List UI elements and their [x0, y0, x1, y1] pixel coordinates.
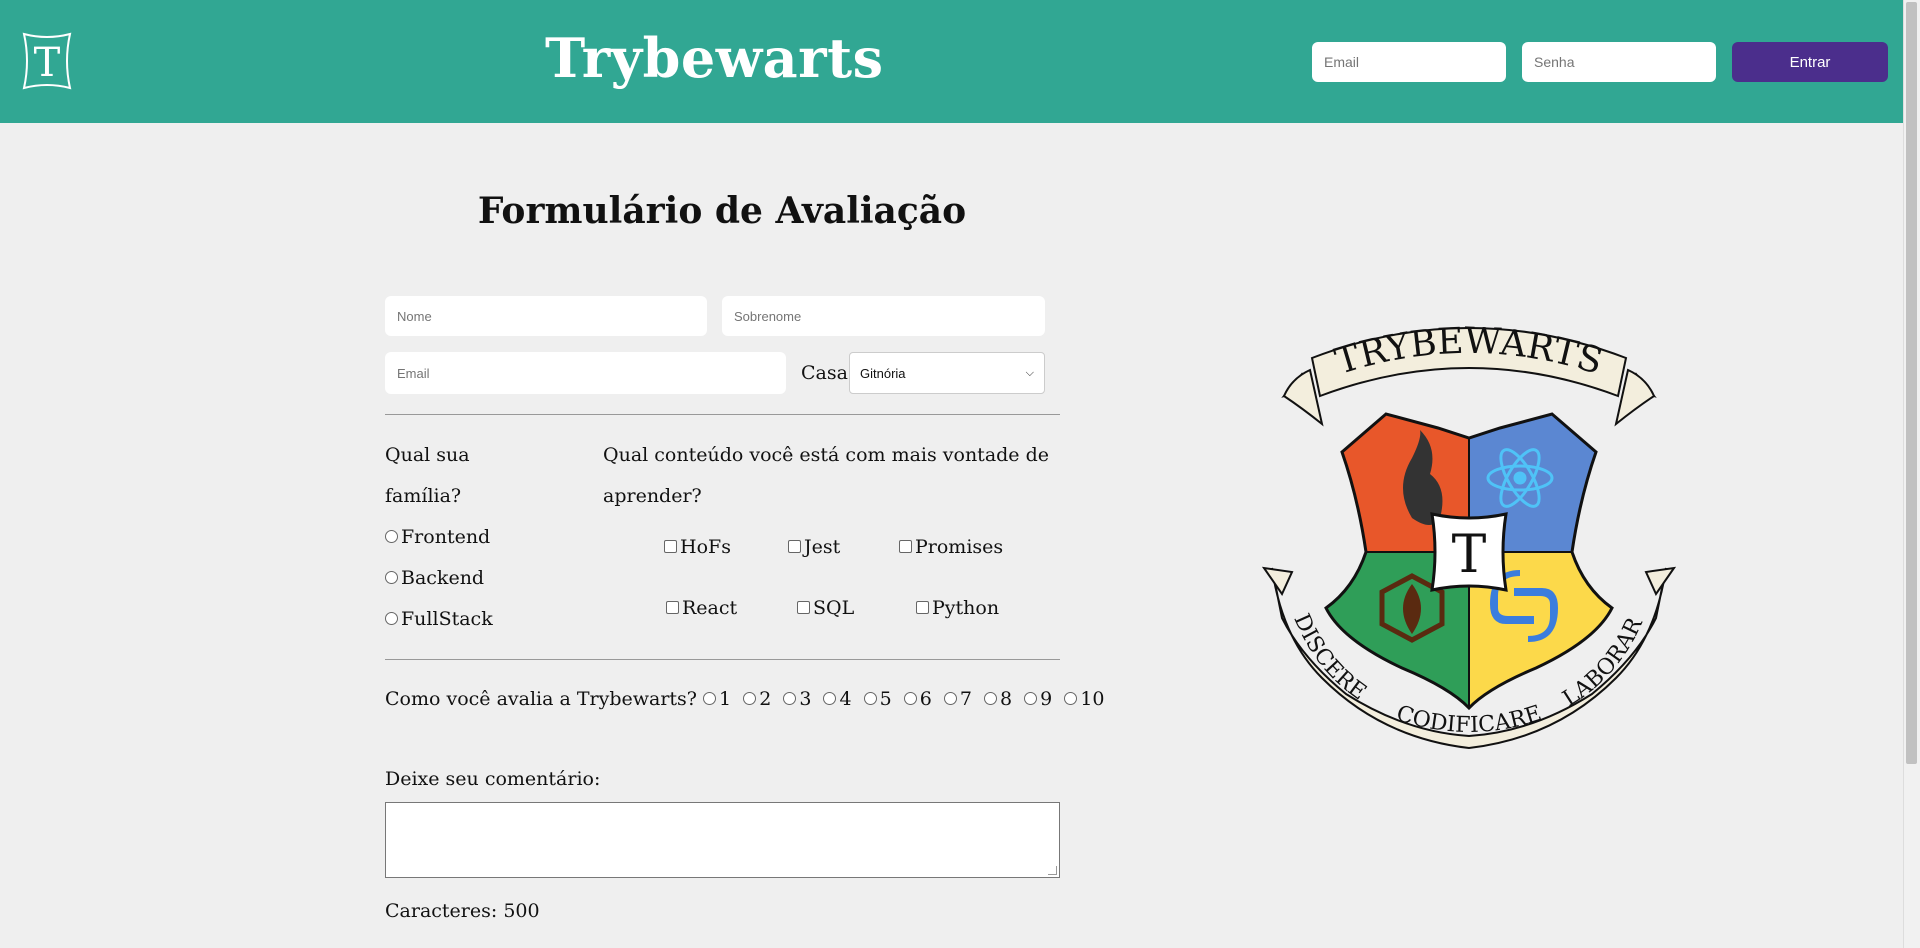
crest-banner-top: TRYBEWARTS: [1331, 321, 1608, 383]
rating-row: Como você avalia a Trybewarts? 1 2 3 4 5…: [385, 688, 1111, 710]
house-label: Casa:: [801, 362, 855, 384]
checkbox-hofs[interactable]: [664, 539, 677, 553]
divider-middle: [385, 659, 1060, 660]
first-name-input[interactable]: [385, 296, 707, 336]
subject-option-react[interactable]: React: [666, 597, 737, 619]
crest-center-letter: T: [1452, 525, 1487, 585]
rating-option[interactable]: 10: [1064, 688, 1105, 710]
site-title: Trybewarts: [545, 26, 884, 90]
house-select-value: Gitnória: [860, 365, 906, 381]
trybewarts-crest: TRYBEWARTS T DISCERE CODIFICARE LABORAR: [1254, 299, 1677, 770]
rating-radio[interactable]: [984, 691, 998, 705]
logo-icon[interactable]: T: [18, 30, 76, 92]
comment-textarea[interactable]: [385, 802, 1060, 878]
rating-option[interactable]: 5: [863, 688, 892, 710]
radio-frontend[interactable]: [385, 529, 398, 543]
rating-radio[interactable]: [903, 691, 917, 705]
resize-handle-icon[interactable]: [1048, 866, 1057, 875]
checkbox-react[interactable]: [666, 600, 679, 614]
rating-radio[interactable]: [703, 691, 717, 705]
chevron-down-icon: ⌵: [1025, 366, 1034, 379]
rating-radio[interactable]: [863, 691, 877, 705]
checkbox-python[interactable]: [916, 600, 929, 614]
family-question: Qual sua família?: [385, 444, 470, 507]
rating-option[interactable]: 3: [783, 688, 811, 710]
rating-option[interactable]: 4: [823, 688, 852, 710]
rating-radio[interactable]: [743, 691, 757, 705]
subject-option-promises[interactable]: Promises: [899, 536, 1003, 558]
subject-option-sql[interactable]: SQL: [797, 597, 854, 619]
form-title: Formulário de Avaliação: [477, 190, 967, 232]
rating-question: Como você avalia a Trybewarts?: [385, 688, 697, 710]
rating-radio[interactable]: [783, 691, 797, 705]
subject-option-python[interactable]: Python: [916, 597, 999, 619]
checkbox-promises[interactable]: [899, 539, 912, 553]
radio-fullstack[interactable]: [385, 611, 398, 625]
last-name-input[interactable]: [722, 296, 1045, 336]
char-counter: Caracteres: 500: [385, 900, 540, 922]
rating-option[interactable]: 9: [1024, 688, 1052, 710]
checkbox-jest[interactable]: [788, 539, 801, 553]
login-password-input[interactable]: [1522, 42, 1716, 82]
house-select[interactable]: Gitnória ⌵: [849, 352, 1045, 394]
rating-option[interactable]: 1: [703, 688, 731, 710]
login-button[interactable]: Entrar: [1732, 42, 1888, 82]
rating-option[interactable]: 6: [903, 688, 932, 710]
family-option-backend[interactable]: Backend: [385, 567, 484, 589]
divider-top: [385, 414, 1060, 415]
rating-option[interactable]: 8: [984, 688, 1012, 710]
page-scrollbar[interactable]: [1903, 0, 1920, 948]
rating-radio[interactable]: [943, 691, 957, 705]
rating-radio[interactable]: [1064, 691, 1078, 705]
rating-option[interactable]: 2: [743, 688, 771, 710]
family-option-frontend[interactable]: Frontend: [385, 526, 490, 548]
login-email-input[interactable]: [1312, 42, 1506, 82]
email-input[interactable]: [385, 352, 786, 394]
subject-option-jest[interactable]: Jest: [788, 536, 840, 558]
rating-radio[interactable]: [1024, 691, 1038, 705]
content-question: Qual conteúdo você está com mais vontade…: [603, 444, 1049, 507]
subject-option-hofs[interactable]: HoFs: [664, 536, 731, 558]
checkbox-sql[interactable]: [797, 600, 810, 614]
family-option-fullstack[interactable]: FullStack: [385, 608, 493, 630]
rating-option[interactable]: 7: [943, 688, 972, 710]
scrollbar-thumb[interactable]: [1906, 2, 1917, 764]
radio-backend[interactable]: [385, 570, 398, 584]
logo-letter: T: [34, 40, 61, 86]
rating-radio[interactable]: [823, 691, 837, 705]
comment-label: Deixe seu comentário:: [385, 768, 601, 790]
site-header: T Trybewarts Entrar: [0, 0, 1903, 123]
